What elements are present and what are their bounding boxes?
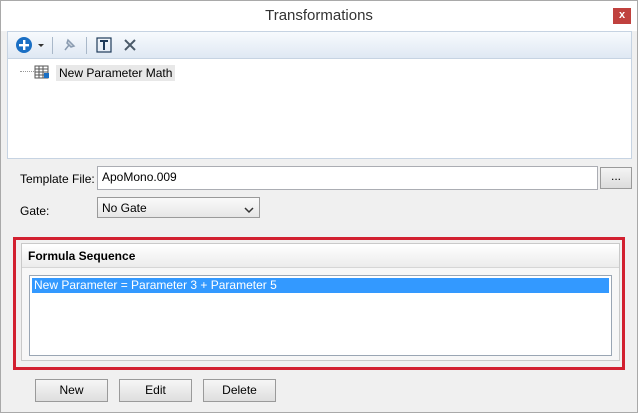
gate-selected-value: No Gate [102, 201, 147, 215]
gate-select[interactable]: No Gate [97, 197, 260, 218]
browse-button[interactable]: ... [600, 167, 632, 189]
dropdown-arrow-icon[interactable] [36, 36, 46, 54]
toolbar [7, 31, 632, 58]
toolbar-separator [86, 37, 87, 54]
toolbar-separator [52, 37, 53, 54]
list-item[interactable]: New Parameter = Parameter 3 + Parameter … [32, 278, 609, 293]
template-file-label: Template File: [20, 172, 95, 186]
gate-label: Gate: [20, 204, 50, 218]
title-bar: Transformations x [1, 1, 637, 31]
chevron-down-icon [244, 203, 254, 214]
transformations-window: Transformations x New Parameter Math Tem… [0, 0, 638, 413]
transformations-tree: New Parameter Math [7, 58, 632, 159]
pin-icon[interactable] [60, 36, 78, 54]
text-icon[interactable] [95, 36, 113, 54]
tree-item-new-parameter-math[interactable]: New Parameter Math [56, 65, 176, 81]
new-button[interactable]: New [35, 379, 108, 402]
formula-sequence-group: Formula Sequence New Parameter = Paramet… [21, 243, 620, 361]
edit-button[interactable]: Edit [119, 379, 192, 402]
window-title: Transformations [265, 7, 373, 24]
delete-button[interactable]: Delete [203, 379, 276, 402]
formula-list[interactable]: New Parameter = Parameter 3 + Parameter … [29, 275, 612, 356]
close-button[interactable]: x [613, 8, 631, 24]
grid-table-icon [34, 65, 50, 79]
formula-sequence-header: Formula Sequence [22, 244, 619, 268]
delete-icon[interactable] [121, 36, 139, 54]
template-file-field[interactable]: ApoMono.009 [97, 166, 598, 190]
add-icon[interactable] [15, 36, 33, 54]
